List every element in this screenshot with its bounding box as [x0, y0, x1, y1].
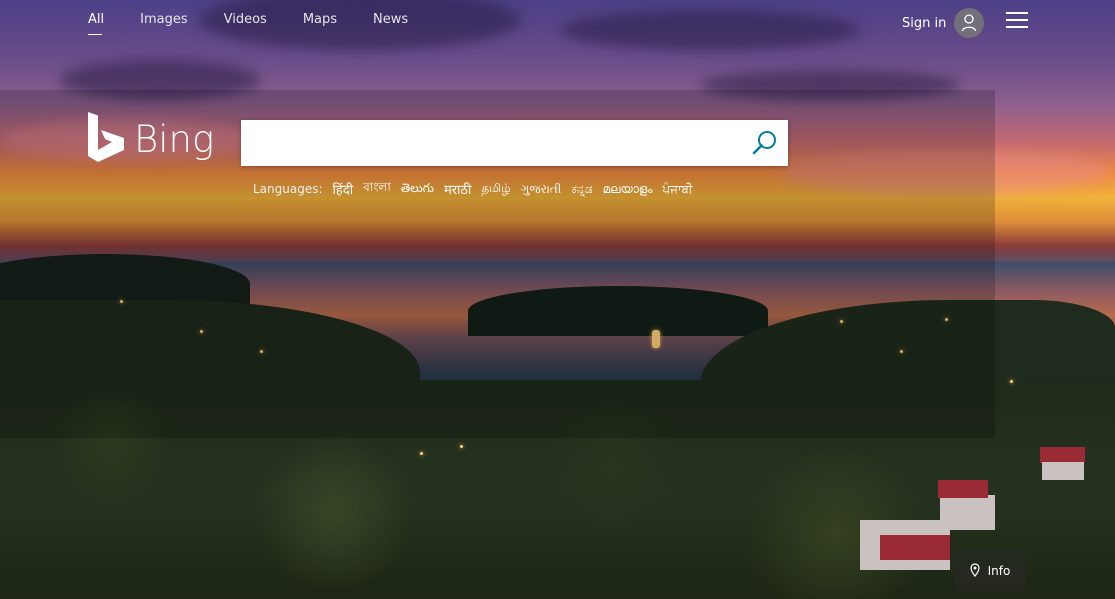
town-light: [1010, 380, 1013, 383]
hamburger-line: [1006, 19, 1028, 21]
nav-item-all[interactable]: All: [88, 12, 104, 35]
cloud-shape: [560, 10, 860, 50]
language-link-malayalam[interactable]: മലയാളം: [603, 182, 653, 197]
house-roof: [880, 535, 950, 560]
house-roof: [938, 480, 988, 498]
bing-logo[interactable]: Bing: [88, 112, 214, 166]
nav-item-images[interactable]: Images: [140, 12, 188, 35]
person-icon: [954, 8, 985, 38]
language-link-kannada[interactable]: ಕನ್ನಡ: [571, 182, 592, 197]
search-box: [241, 120, 788, 166]
hamburger-line: [1006, 12, 1028, 14]
language-link-telugu[interactable]: తెలుగు: [401, 181, 434, 198]
language-link-punjabi[interactable]: ਪੰਜਾਬੀ: [662, 182, 692, 197]
info-label: Info: [987, 564, 1011, 578]
hamburger-icon[interactable]: [1006, 12, 1028, 30]
location-pin-icon: [970, 562, 988, 580]
house: [1042, 462, 1084, 480]
hamburger-line: [1006, 26, 1028, 28]
language-link-hindi[interactable]: हिंदी: [333, 180, 354, 198]
bing-b-icon: [88, 112, 124, 166]
bing-wordmark: Bing: [134, 117, 215, 161]
search-input[interactable]: [241, 120, 741, 166]
sign-in-label: Sign in: [902, 15, 947, 31]
scope-nav: All Images Videos Maps News: [88, 12, 444, 35]
house: [940, 495, 995, 530]
language-link-marathi[interactable]: मराठी: [444, 180, 471, 198]
sign-in-button[interactable]: Sign in: [902, 8, 985, 38]
nav-item-news[interactable]: News: [373, 12, 408, 35]
languages-label: Languages:: [253, 182, 323, 196]
search-icon[interactable]: [750, 128, 780, 158]
language-link-tamil[interactable]: தமிழ்: [481, 181, 510, 197]
info-button[interactable]: Info: [954, 551, 1026, 591]
language-link-gujarati[interactable]: ગુજરાતી: [521, 182, 562, 197]
language-link-bangla[interactable]: বাংলা: [363, 179, 391, 199]
nav-item-videos[interactable]: Videos: [224, 12, 267, 35]
town-light: [460, 445, 463, 448]
nav-item-maps[interactable]: Maps: [303, 12, 337, 35]
language-links: Languages: हिंदी বাংলা తెలుగు मराठी தமிழ…: [253, 179, 703, 199]
town-light: [420, 452, 423, 455]
homepage-background: All Images Videos Maps News Sign in Bing: [0, 0, 1115, 599]
house-roof: [1040, 447, 1085, 463]
